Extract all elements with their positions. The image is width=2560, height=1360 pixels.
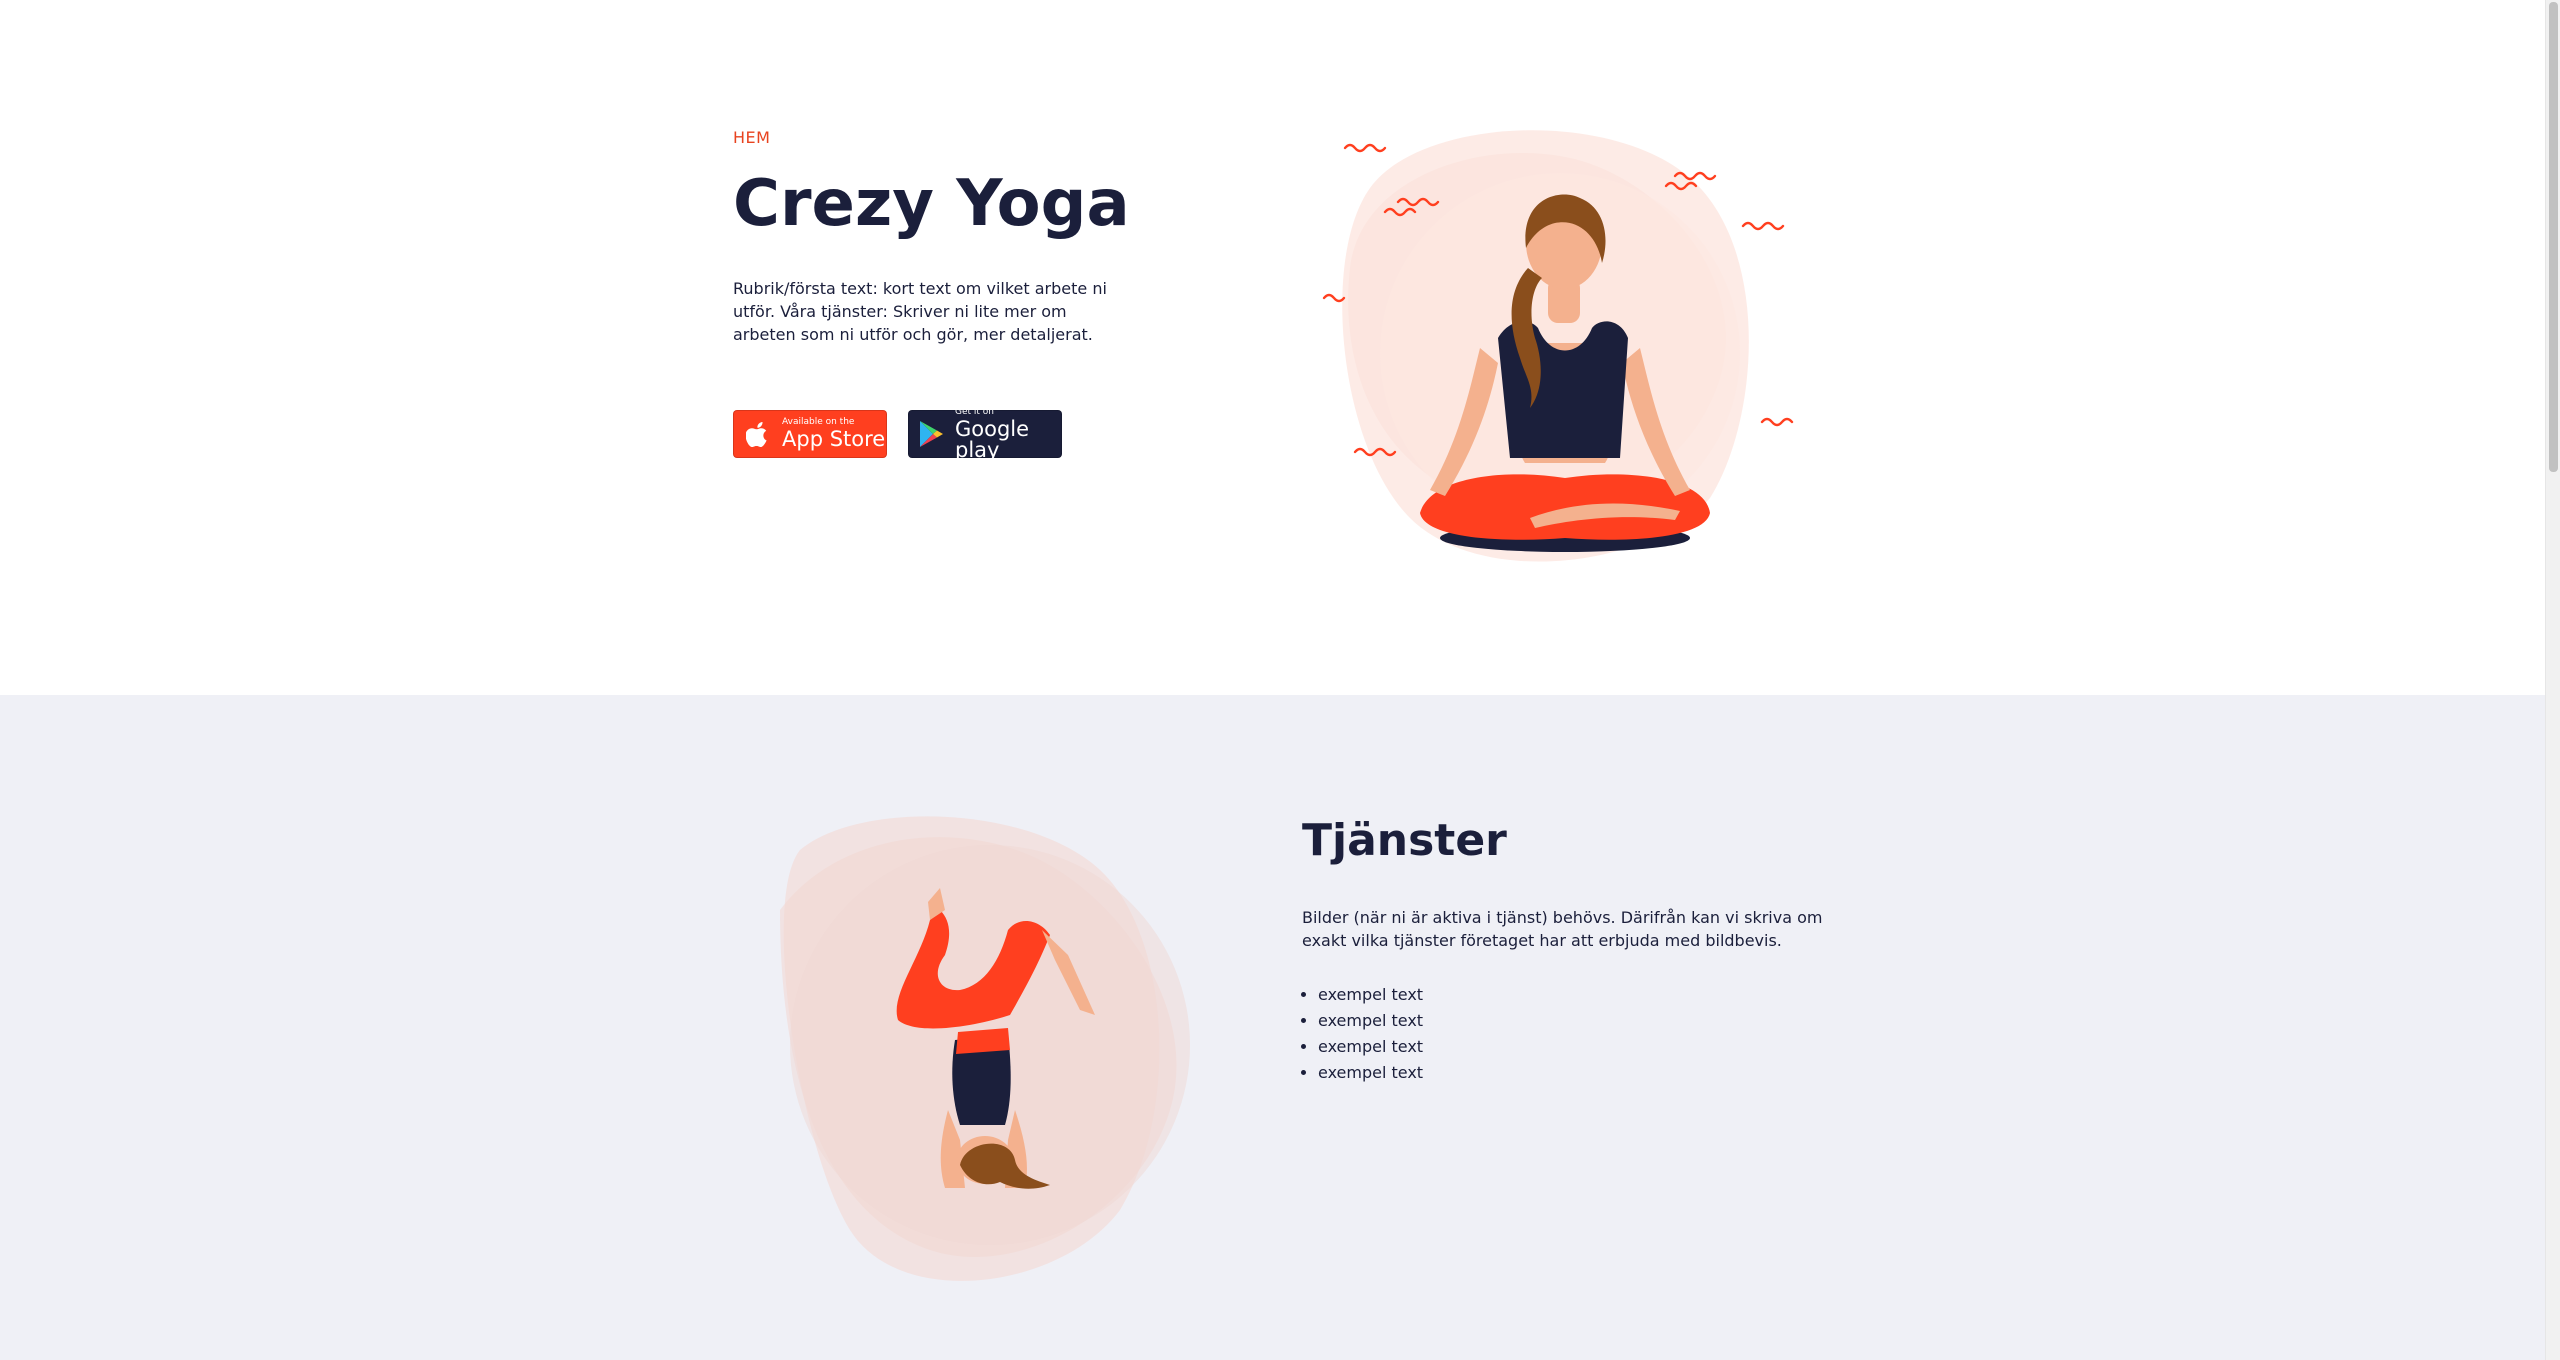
- google-play-icon: [919, 420, 945, 448]
- services-description: Bilder (när ni är aktiva i tjänst) behöv…: [1302, 908, 1823, 950]
- hero-label: HEM: [733, 128, 771, 147]
- app-store-small-text: Available on the: [782, 417, 855, 427]
- list-item: exempel text: [1318, 982, 1842, 1008]
- vertical-scrollbar[interactable]: [2545, 0, 2560, 1360]
- google-play-small-text: Get it on: [955, 406, 995, 417]
- list-item: exempel text: [1318, 1008, 1842, 1034]
- apple-icon: [744, 420, 772, 448]
- list-item: exempel text: [1318, 1034, 1842, 1060]
- hero-text: HEM Crezy Yoga Rubrik/första text: kort …: [733, 128, 1153, 346]
- store-buttons: Available on the App Store Get it on Goo…: [733, 406, 1062, 462]
- hero-section: HEM Crezy Yoga Rubrik/första text: kort …: [0, 0, 2545, 695]
- list-item: exempel text: [1318, 1060, 1842, 1086]
- hero-description: Rubrik/första text: kort text om vilket …: [733, 279, 1107, 345]
- scrollbar-thumb[interactable]: [2549, 2, 2558, 472]
- google-play-big-text: Google play: [955, 416, 1030, 462]
- meditation-illustration: [1310, 118, 1810, 578]
- services-title: Tjänster: [1302, 815, 1507, 866]
- app-store-button[interactable]: Available on the App Store: [733, 410, 887, 458]
- app-store-big-text: App Store: [782, 427, 886, 451]
- hero-title: Crezy Yoga: [733, 167, 1130, 241]
- google-play-button[interactable]: Get it on Google play: [908, 406, 1062, 462]
- page: HEM Crezy Yoga Rubrik/första text: kort …: [0, 0, 2545, 1360]
- services-text: Tjänster Bilder (när ni är aktiva i tjän…: [1302, 815, 1842, 1086]
- services-section: Tjänster Bilder (när ni är aktiva i tjän…: [0, 695, 2545, 1360]
- services-list: exempel text exempel text exempel text e…: [1302, 982, 1842, 1086]
- headstand-illustration: [780, 810, 1200, 1300]
